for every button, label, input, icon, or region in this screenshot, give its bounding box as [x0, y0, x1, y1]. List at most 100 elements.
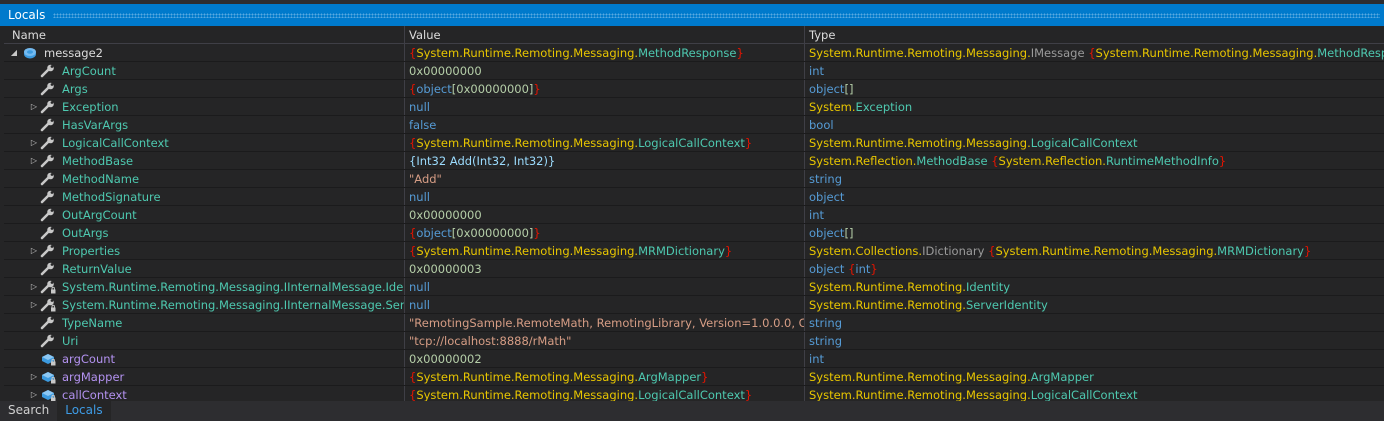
variable-name: ArgCount	[62, 63, 116, 78]
tab-search[interactable]: Search	[0, 401, 57, 421]
value-cell[interactable]: null	[405, 296, 805, 313]
type-cell[interactable]: int	[805, 62, 1384, 79]
value-cell[interactable]: {object [0x00000000]}	[405, 224, 805, 241]
type-cell[interactable]: int	[805, 206, 1384, 223]
column-header-name[interactable]: Name	[4, 26, 405, 43]
variable-row[interactable]: ReturnValue 0x00000003 object {int}	[4, 260, 1384, 278]
type-cell-token: []	[844, 81, 854, 96]
titlebar-grip[interactable]	[53, 12, 1380, 18]
value-cell-token: 0x00000000	[409, 207, 482, 222]
value-cell[interactable]: {Int32 Add(Int32, Int32)}	[405, 152, 805, 169]
value-cell-token: object	[416, 225, 452, 240]
expand-arrow-icon[interactable]: ▷	[28, 390, 40, 399]
type-cell-token: System.Reflection.	[998, 153, 1106, 168]
variable-row[interactable]: ▷ LogicalCallContext {System.Runtime.Remot…	[4, 134, 1384, 152]
value-cell[interactable]: "tcp://localhost:8888/rMath"	[405, 332, 805, 349]
variable-row[interactable]: ▷ Properties{System.Runtime.Remoting.Mess…	[4, 242, 1384, 260]
type-cell-token: object	[809, 81, 845, 96]
type-cell[interactable]: string	[805, 314, 1384, 331]
column-header-value[interactable]: Value	[405, 26, 805, 43]
value-cell[interactable]: false	[405, 116, 805, 133]
variable-row[interactable]: Uri "tcp://localhost:8888/rMath" string	[4, 332, 1384, 350]
variable-row[interactable]: OutArgs{object [0x00000000]} object[]	[4, 224, 1384, 242]
value-cell-token: false	[409, 117, 437, 132]
variable-row[interactable]: ▷ Exception null System. Exception	[4, 98, 1384, 116]
value-cell[interactable]: null	[405, 278, 805, 295]
type-cell[interactable]: System.Runtime.Remoting. ServerIdentity	[805, 296, 1384, 313]
variable-row[interactable]: MethodSignature null object	[4, 188, 1384, 206]
value-cell[interactable]: "Add"	[405, 170, 805, 187]
variable-name: System.Runtime.Remoting.Messaging.IInter…	[62, 297, 405, 312]
variable-row[interactable]: argCount 0x00000002 int	[4, 350, 1384, 368]
expand-arrow-icon[interactable]: ▷	[28, 246, 40, 255]
value-cell[interactable]: 0x00000000	[405, 206, 805, 223]
variable-row[interactable]: ▷ System.Runtime.Remoting.Messaging.IInte…	[4, 278, 1384, 296]
type-cell[interactable]: string	[805, 170, 1384, 187]
value-cell[interactable]: {System.Runtime.Remoting.Messaging. ArgMa…	[405, 368, 805, 385]
variable-row[interactable]: HasVarArgs false bool	[4, 116, 1384, 134]
value-cell[interactable]: "RemotingSample.RemoteMath, RemotingLibr…	[405, 314, 805, 331]
type-cell[interactable]: System.Runtime.Remoting.Messaging. ArgMap…	[805, 368, 1384, 385]
type-cell[interactable]: object[]	[805, 80, 1384, 97]
type-cell[interactable]: System. Exception	[805, 98, 1384, 115]
type-cell[interactable]: System.Runtime.Remoting.Messaging. Logica…	[805, 134, 1384, 151]
type-cell[interactable]: System.Reflection. MethodBase {System.Ref…	[805, 152, 1384, 169]
variable-row[interactable]: TypeName "RemotingSample.RemoteMath, Remo…	[4, 314, 1384, 332]
type-cell[interactable]: object	[805, 188, 1384, 205]
value-cell-token: null	[409, 279, 430, 294]
variable-row[interactable]: ▷ System.Runtime.Remoting.Messaging.IInte…	[4, 296, 1384, 314]
value-cell[interactable]: 0x00000002	[405, 350, 805, 367]
expand-arrow-icon[interactable]: ▷	[28, 282, 40, 291]
type-cell-token: int	[809, 63, 824, 78]
name-cell: TypeName	[4, 314, 405, 331]
wrench-icon	[40, 100, 56, 114]
name-cell: ▷ MethodBase	[4, 152, 405, 169]
value-cell[interactable]: null	[405, 188, 805, 205]
expand-arrow-icon[interactable]: ▷	[28, 300, 40, 309]
value-cell[interactable]: {System.Runtime.Remoting.Messaging. MRMDi…	[405, 242, 805, 259]
type-cell-token: string	[809, 333, 843, 348]
name-cell: Uri	[4, 332, 405, 349]
type-cell[interactable]: object {int}	[805, 260, 1384, 277]
value-cell[interactable]: 0x00000003	[405, 260, 805, 277]
expand-arrow-icon[interactable]: ▷	[28, 156, 40, 165]
column-header-type[interactable]: Type	[805, 26, 1384, 43]
value-cell[interactable]: {System.Runtime.Remoting.Messaging. Logic…	[405, 134, 805, 151]
collapse-arrow-icon[interactable]: ◢	[8, 48, 20, 57]
type-cell[interactable]: object[]	[805, 224, 1384, 241]
variable-row[interactable]: ▷ argMapper{System.Runtime.Remoting.Messa…	[4, 368, 1384, 386]
type-cell[interactable]: System.Runtime.Remoting.Messaging. Logica…	[805, 386, 1384, 402]
locals-window-titlebar[interactable]: Locals	[0, 4, 1384, 26]
value-cell[interactable]: {object [0x00000000]}	[405, 80, 805, 97]
tab-locals[interactable]: Locals	[57, 401, 111, 421]
type-cell[interactable]: bool	[805, 116, 1384, 133]
name-cell: ▷ callContext	[4, 386, 405, 401]
value-cell[interactable]: {System.Runtime.Remoting.Messaging. Metho…	[405, 44, 805, 61]
type-cell[interactable]: string	[805, 332, 1384, 349]
name-cell: ▷ System.Runtime.Remoting.Messaging.IInte…	[4, 278, 405, 295]
variable-name: LogicalCallContext	[62, 135, 169, 150]
value-cell[interactable]: 0x00000000	[405, 62, 805, 79]
variable-row[interactable]: OutArgCount 0x00000000 int	[4, 206, 1384, 224]
expand-arrow-icon[interactable]: ▷	[28, 138, 40, 147]
value-cell[interactable]: {System.Runtime.Remoting.Messaging. Logic…	[405, 386, 805, 401]
variable-row[interactable]: ▷ MethodBase {Int32 Add(Int32, Int32)} Syst…	[4, 152, 1384, 170]
value-cell[interactable]: null	[405, 98, 805, 115]
variable-row[interactable]: Args{object [0x00000000]} object[]	[4, 80, 1384, 98]
type-cell[interactable]: System.Runtime.Remoting.Messaging. IMessa…	[805, 44, 1384, 61]
variable-row[interactable]: ArgCount 0x00000000 int	[4, 62, 1384, 80]
variable-row[interactable]: MethodName "Add" string	[4, 170, 1384, 188]
type-cell[interactable]: int	[805, 350, 1384, 367]
variable-name: MethodName	[62, 171, 140, 186]
value-cell-token: }	[736, 45, 744, 60]
variable-row[interactable]: ▷ callContext{System.Runtime.Remoting.Mes…	[4, 386, 1384, 401]
value-cell-token: "Add"	[409, 171, 442, 186]
type-cell[interactable]: System.Collections. IDictionary {System.R…	[805, 242, 1384, 259]
private-field-icon	[40, 388, 56, 401]
expand-arrow-icon[interactable]: ▷	[28, 102, 40, 111]
expand-arrow-icon[interactable]: ▷	[28, 372, 40, 381]
type-cell-token: LogicalCallContext	[1030, 387, 1138, 402]
variable-row[interactable]: ◢ message2{System.Runtime.Remoting.Messag…	[4, 44, 1384, 62]
type-cell[interactable]: System.Runtime.Remoting. Identity	[805, 278, 1384, 295]
variable-name: TypeName	[62, 315, 123, 330]
